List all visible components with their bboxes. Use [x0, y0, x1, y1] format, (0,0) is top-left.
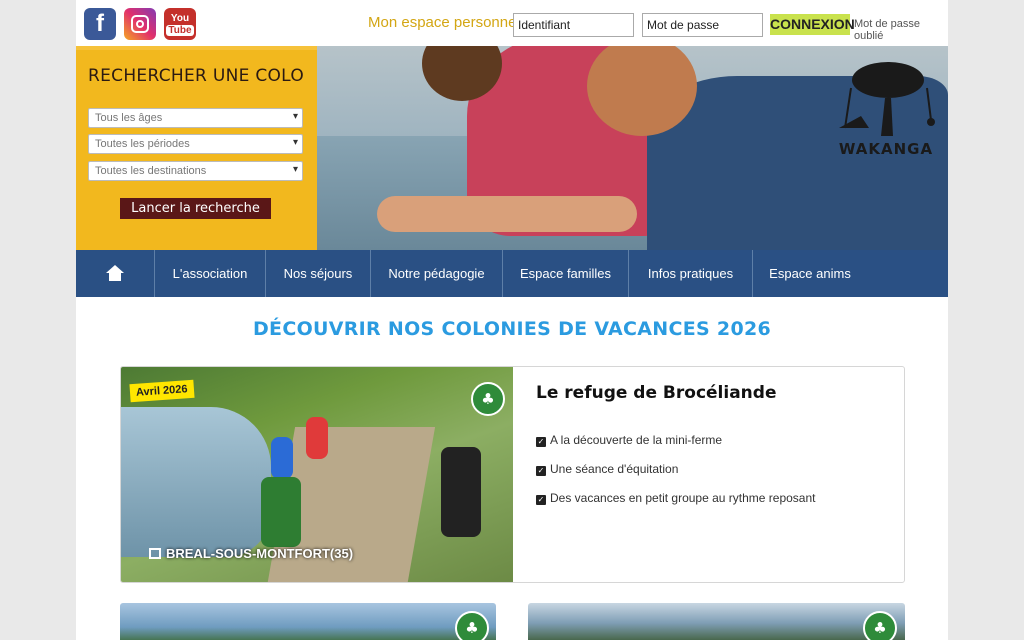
forgot-password-link[interactable]: Mot de passe oublié: [854, 18, 948, 42]
featured-camp-card[interactable]: Avril 2026 ♣ BREAL-SOUS-MONTFORT(35) Le …: [120, 366, 905, 583]
map-icon: [149, 548, 161, 559]
nav-familles[interactable]: Espace familles: [503, 250, 629, 297]
period-select[interactable]: Toutes les périodes ▾: [88, 134, 303, 154]
destination-select[interactable]: Toutes les destinations ▾: [88, 161, 303, 181]
camp-card[interactable]: ♣: [120, 603, 496, 640]
camp-photo: Avril 2026 ♣ BREAL-SOUS-MONTFORT(35): [121, 367, 513, 582]
youtube-tube: Tube: [166, 25, 194, 36]
tree-icon: ♣: [455, 611, 489, 640]
wakanga-logo[interactable]: WAKANGA: [831, 58, 941, 158]
chevron-down-icon: ▾: [292, 111, 298, 122]
section-title: DÉCOUVRIR NOS COLONIES DE VACANCES 2026: [252, 318, 772, 340]
account-title: Mon espace personnel: [368, 14, 520, 31]
photo-arms: [377, 196, 637, 232]
checkbox-icon: ✓: [536, 495, 546, 505]
search-title: RECHERCHER UNE COLO: [88, 66, 305, 86]
nav-association[interactable]: L'association: [155, 250, 266, 297]
nav-infos[interactable]: Infos pratiques: [629, 250, 753, 297]
feature-text: A la découverte de la mini-ferme: [550, 433, 723, 447]
feature-item: ✓ Des vacances en petit groupe au rythme …: [536, 491, 816, 505]
youtube-icon[interactable]: You Tube: [164, 8, 196, 40]
checkbox-icon: ✓: [536, 437, 546, 447]
age-select-value: Tous les âges: [95, 112, 163, 124]
login-button[interactable]: CONNEXION: [770, 14, 855, 35]
feature-text: Une séance d'équitation: [550, 462, 679, 476]
tree-logo-icon: [839, 62, 935, 136]
home-icon: [106, 265, 124, 281]
photo-cyclist: [306, 417, 328, 459]
photo-water: [121, 407, 271, 557]
chevron-down-icon: ▾: [292, 164, 298, 175]
top-bar: f You Tube Mon espace personnel CONNEXIO…: [76, 0, 948, 50]
main-nav: L'association Nos séjours Notre pédagogi…: [76, 250, 948, 297]
instagram-icon[interactable]: [124, 8, 156, 40]
age-select[interactable]: Tous les âges ▾: [88, 108, 303, 128]
photo-cyclist: [271, 437, 293, 479]
camera-icon: [131, 15, 149, 33]
feature-item: ✓ A la découverte de la mini-ferme: [536, 433, 722, 447]
login-input[interactable]: [513, 13, 634, 37]
photo-cyclist: [441, 447, 481, 537]
search-button[interactable]: Lancer la recherche: [120, 198, 271, 219]
date-badge: Avril 2026: [129, 379, 195, 403]
feature-item: ✓ Une séance d'équitation: [536, 462, 678, 476]
logo-text: WAKANGA: [838, 140, 934, 158]
page: f You Tube Mon espace personnel CONNEXIO…: [76, 0, 948, 640]
nav-pedagogie[interactable]: Notre pédagogie: [371, 250, 503, 297]
checkbox-icon: ✓: [536, 466, 546, 476]
camp-location: BREAL-SOUS-MONTFORT(35): [149, 546, 353, 561]
nav-sejours[interactable]: Nos séjours: [266, 250, 371, 297]
camp-card[interactable]: ♣: [528, 603, 905, 640]
nav-anims[interactable]: Espace anims: [753, 250, 867, 297]
nav-home[interactable]: [76, 250, 155, 297]
search-panel: RECHERCHER UNE COLO Tous les âges ▾ Toute…: [76, 46, 317, 250]
chevron-down-icon: ▾: [292, 137, 298, 148]
photo-cyclist: [261, 477, 301, 547]
hero: RECHERCHER UNE COLO Tous les âges ▾ Toute…: [76, 46, 948, 250]
camp-title[interactable]: Le refuge de Brocéliande: [536, 383, 776, 403]
facebook-icon[interactable]: f: [84, 8, 116, 40]
camp-location-text: BREAL-SOUS-MONTFORT(35): [166, 546, 354, 561]
facebook-letter: f: [96, 10, 104, 37]
tree-icon: ♣: [471, 382, 505, 416]
feature-text: Des vacances en petit groupe au rythme r…: [550, 491, 816, 505]
destination-select-value: Toutes les destinations: [95, 165, 207, 177]
period-select-value: Toutes les périodes: [95, 138, 190, 150]
tree-icon: ♣: [863, 611, 897, 640]
password-input[interactable]: [642, 13, 763, 37]
youtube-you: You: [170, 13, 190, 24]
